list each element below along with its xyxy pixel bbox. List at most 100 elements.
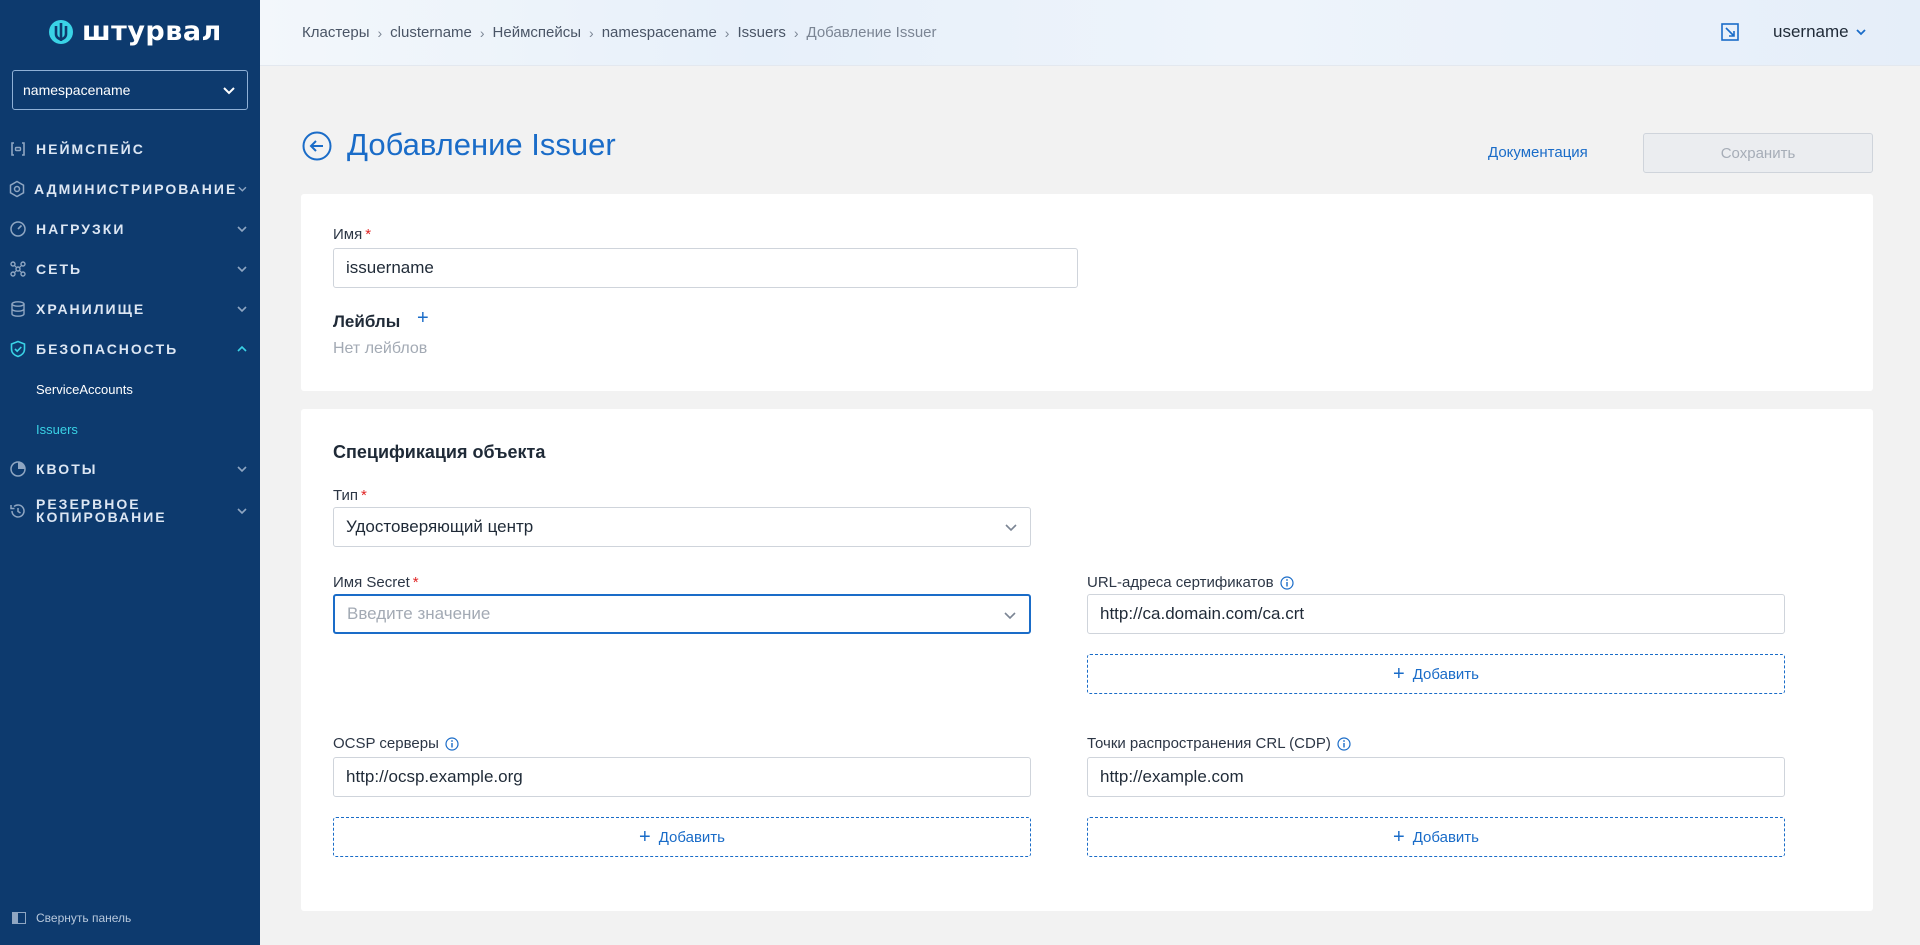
sidebar-item-label: Резервное копирование [36,496,167,525]
chevron-right-icon: › [724,24,730,41]
secret-label: Имя Secret * [333,574,419,591]
breadcrumb-cluster[interactable]: clustername [390,24,472,41]
cert-urls-label-text: URL-адреса сертификатов [1087,574,1274,591]
name-input-value: issuername [346,258,434,277]
backup-icon [8,501,28,521]
info-icon[interactable] [1337,736,1351,751]
sidebar-item-storage[interactable]: Хранилище [0,289,260,329]
sidebar-item-label: Квоты [36,460,98,477]
plus-icon: + [1393,663,1405,685]
namespace-select-value: namespacename [23,82,131,98]
chevron-down-icon [1855,29,1866,36]
namespace-select[interactable]: namespacename [12,70,248,110]
add-label-button[interactable]: + [417,307,429,330]
chevron-down-icon [223,87,235,95]
panel-icon [12,912,26,924]
add-button-label: Добавить [658,828,725,846]
documentation-link[interactable]: Документация [1488,144,1588,161]
ocsp-label: OCSP серверы [333,735,459,752]
collapse-arrow-icon[interactable] [1720,22,1740,42]
spec-title: Спецификация объекта [333,442,546,462]
gear-icon [8,179,26,199]
sidebar-item-security[interactable]: Безопасность [0,329,260,369]
info-icon[interactable] [1279,575,1294,590]
cert-urls-label: URL-адреса сертификатов [1087,574,1294,591]
name-input[interactable]: issuername [333,248,1078,288]
page-title: Добавление Issuer [347,127,616,162]
sidebar-nav: Неймспейс Администрирование Нагрузки Сет… [0,129,260,533]
ocsp-input-value: http://ocsp.example.org [346,767,523,786]
plus-icon: + [639,826,651,848]
crl-input[interactable]: http://example.com [1087,757,1785,797]
sidebar-subitem-serviceaccounts[interactable]: ServiceAccounts [0,369,260,409]
gauge-icon [8,219,28,239]
sidebar-item-administration[interactable]: Администрирование [0,169,260,209]
type-label-text: Тип [333,487,359,504]
save-button[interactable]: Сохранить [1643,133,1873,173]
cert-url-input[interactable]: http://ca.domain.com/ca.crt [1087,594,1785,634]
chevron-down-icon [237,466,247,473]
user-menu[interactable]: username [1773,22,1867,42]
chevron-down-icon [1004,612,1016,620]
shield-icon [8,339,28,359]
database-icon [8,299,28,319]
add-cert-url-button[interactable]: + Добавить [1087,654,1785,694]
labels-empty-text: Нет лейблов [333,340,428,357]
cert-url-input-value: http://ca.domain.com/ca.crt [1100,604,1305,623]
breadcrumb-namespace[interactable]: namespacename [602,24,717,41]
chevron-right-icon: › [479,24,485,41]
sidebar-item-namespace[interactable]: Неймспейс [0,129,260,169]
sidebar-item-label: Безопасность [36,340,179,357]
chevron-right-icon: › [589,24,594,41]
type-select[interactable]: Удостоверяющий центр [333,507,1031,547]
secret-label-text: Имя Secret [333,574,410,591]
chevron-down-icon [238,186,247,192]
logo-text: штурвал [82,16,222,47]
secret-select-placeholder: Введите значение [347,604,491,623]
namespace-icon [8,139,28,159]
sidebar-item-label: Нагрузки [36,220,126,237]
sidebar-item-workloads[interactable]: Нагрузки [0,209,260,249]
secret-select[interactable]: Введите значение [333,594,1031,634]
type-select-value: Удостоверяющий центр [346,517,534,536]
sidebar-subitem-issuers[interactable]: Issuers [0,409,260,449]
type-label: Тип * [333,487,367,504]
breadcrumb-namespaces[interactable]: Неймспейсы [493,24,582,41]
top-header: Кластеры › clustername › Неймспейсы › na… [260,0,1920,66]
required-mark: * [412,574,419,591]
back-arrow-icon[interactable] [302,131,332,161]
sidebar-item-backup[interactable]: Резервное копирование [0,489,260,533]
required-mark: * [361,487,367,504]
collapse-panel-button[interactable]: Свернуть панель [12,911,131,925]
network-icon [8,259,28,279]
sidebar-item-label: Неймспейс [36,140,145,157]
chevron-down-icon [237,306,247,313]
sidebar: штурвал namespacename Неймспейс Админист… [0,0,260,945]
pie-icon [8,459,28,479]
chevron-down-icon [237,266,247,273]
sidebar-item-label: Администрирование [34,180,238,197]
add-button-label: Добавить [1412,828,1479,846]
chevron-down-icon [1005,524,1017,532]
logo[interactable]: штурвал [48,16,222,47]
add-crl-button[interactable]: + Добавить [1087,817,1785,857]
breadcrumb-issuers[interactable]: Issuers [737,24,785,41]
sidebar-item-quotas[interactable]: Квоты [0,449,260,489]
name-label-text: Имя [333,226,363,243]
ocsp-input[interactable]: http://ocsp.example.org [333,757,1031,797]
sidebar-item-label: Хранилище [36,300,146,317]
chevron-down-icon [237,226,247,233]
logo-icon [49,19,73,44]
crl-input-value: http://example.com [1100,767,1244,786]
name-label: Имя * [333,226,371,243]
add-ocsp-button[interactable]: + Добавить [333,817,1031,857]
chevron-right-icon: › [793,24,799,41]
sidebar-item-network[interactable]: Сеть [0,249,260,289]
spec-card: Спецификация объекта Тип * Удостоверяющий… [301,409,1873,911]
breadcrumb-clusters[interactable]: Кластеры [302,24,370,41]
labels-title: Лейблы [333,312,401,331]
crl-label-text: Точки распространения CRL (CDP) [1087,735,1331,752]
info-icon[interactable] [445,736,459,751]
username: username [1773,22,1849,41]
sidebar-item-label: Сеть [36,260,83,277]
